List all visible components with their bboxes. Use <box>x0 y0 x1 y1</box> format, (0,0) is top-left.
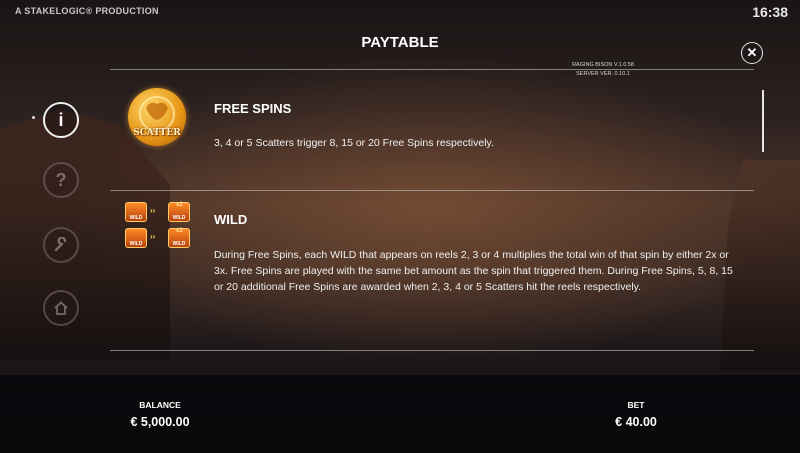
scatter-label: SCATTER <box>133 128 181 138</box>
divider-bottom <box>110 350 754 351</box>
nav-info-button[interactable]: i <box>43 102 79 138</box>
version-info: RAGING BISON V.1.0.58 SERVER VER. 0.10.1 <box>548 61 658 79</box>
page-title: PAYTABLE <box>361 34 439 51</box>
active-indicator-dot <box>32 116 35 119</box>
wild-tile-icon: WILD <box>125 228 147 248</box>
wild-description: During Free Spins, each WILD that appear… <box>214 249 733 293</box>
divider-top <box>110 69 754 70</box>
nav-settings-button[interactable] <box>43 227 79 263</box>
arrow-icon: ›› <box>150 206 156 215</box>
arrow-icon: ›› <box>150 232 156 241</box>
wrench-icon <box>54 237 67 252</box>
close-icon: ✕ <box>746 45 758 60</box>
bet-value: € 40.00 <box>615 415 657 429</box>
clock: 16:38 <box>752 4 788 20</box>
bet-label: BET <box>627 400 645 410</box>
help-icon: ? <box>55 169 67 190</box>
server-version: SERVER VER. 0.10.1 <box>576 71 630 77</box>
wild-title: WILD <box>214 212 248 227</box>
free-spins-title: FREE SPINS <box>214 101 292 116</box>
scrollbar[interactable] <box>762 90 764 152</box>
nav-home-button[interactable] <box>43 290 79 326</box>
close-button[interactable]: ✕ <box>741 42 763 64</box>
home-icon <box>54 301 68 315</box>
multiplier-x2: x2 <box>176 202 183 208</box>
free-spins-description: 3, 4 or 5 Scatters trigger 8, 15 or 20 F… <box>214 137 494 149</box>
balance-value: € 5,000.00 <box>130 415 190 429</box>
info-icon: i <box>58 109 64 130</box>
balance-label: BALANCE <box>139 400 181 410</box>
nav-help-button[interactable]: ? <box>43 162 79 198</box>
divider-middle <box>110 190 754 191</box>
multiplier-x3: x3 <box>176 228 183 234</box>
footer-bar <box>0 375 800 453</box>
wild-tile-icon: WILD <box>125 202 147 222</box>
production-label: A STAKELOGIC® PRODUCTION <box>15 6 159 16</box>
